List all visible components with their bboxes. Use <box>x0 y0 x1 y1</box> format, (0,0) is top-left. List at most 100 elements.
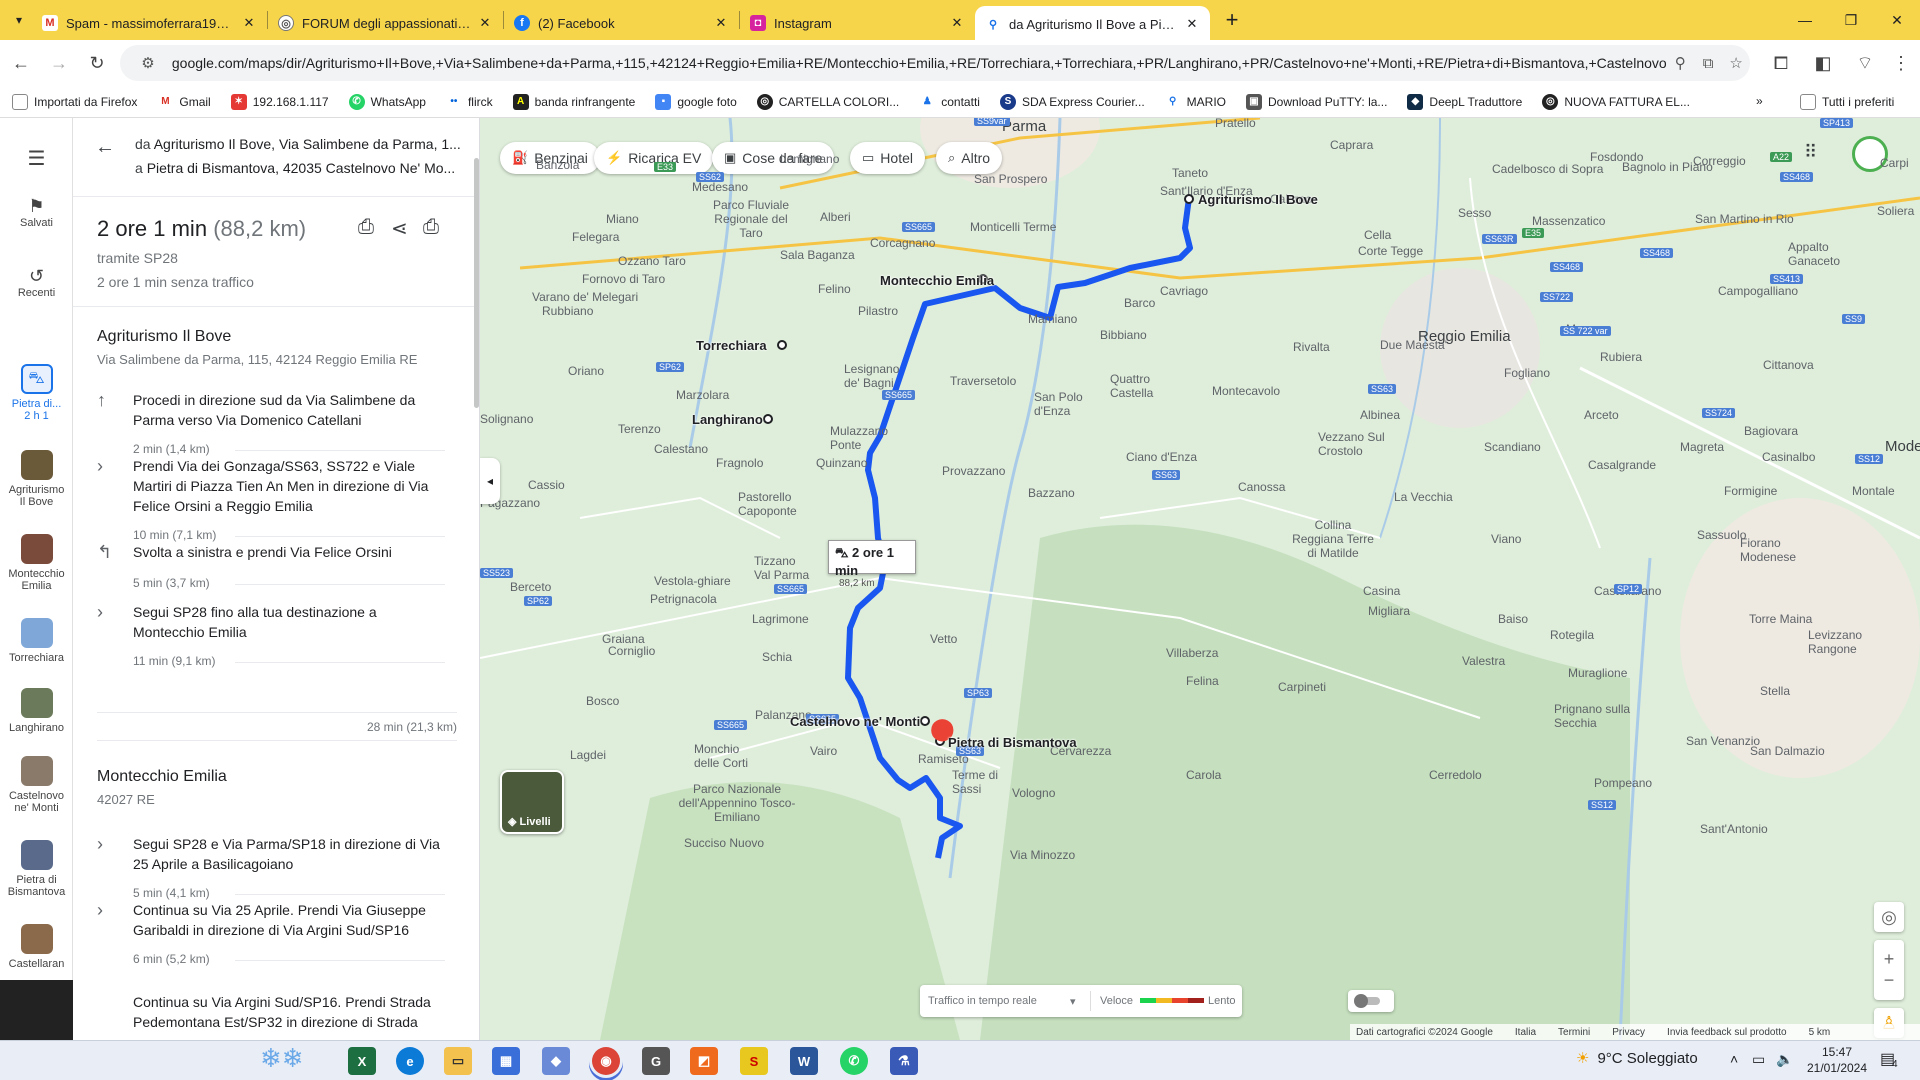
destination-row[interactable]: a Pietra di Bismantova, 42035 Castelnovo… <box>135 160 455 176</box>
menu-button[interactable]: ⋮ <box>1884 46 1918 80</box>
waypoint-label[interactable]: Castelnovo ne' Monti <box>790 714 920 729</box>
all-bookmarks-button[interactable]: Tutti i preferiti <box>1800 94 1894 110</box>
collapse-panel-button[interactable]: ◂ <box>480 458 500 504</box>
weather-widget[interactable]: ☀ 9°C Soleggiato <box>1576 1049 1698 1068</box>
open-in-app-icon[interactable]: ⧉ <box>1694 55 1722 72</box>
waypoint-label[interactable]: Langhirano <box>692 412 763 427</box>
word-icon[interactable]: W <box>790 1047 818 1075</box>
traffic-toggle[interactable] <box>1348 990 1394 1012</box>
bookmark-item[interactable]: ▪ google foto <box>655 93 737 110</box>
waypoint-marker[interactable] <box>920 716 930 726</box>
app-icon[interactable]: ◩ <box>690 1047 718 1075</box>
recent-button[interactable]: ↺ Recenti <box>0 266 73 299</box>
apps-grid-icon[interactable]: ⠿ <box>1804 142 1817 163</box>
back-button[interactable]: ← <box>4 46 38 80</box>
location-icon[interactable]: ⚲ <box>1666 54 1694 72</box>
close-icon[interactable]: ✕ <box>713 15 729 31</box>
rail-item-castelnovo[interactable]: Castelnovo ne' Monti <box>0 756 73 814</box>
rail-item-pietra[interactable]: Pietra di Bismantova <box>0 840 73 898</box>
waypoint-label[interactable]: Torrechiara <box>696 338 767 353</box>
store-icon[interactable]: ▦ <box>492 1047 520 1075</box>
rail-item-torrechiara[interactable]: Torrechiara <box>0 618 73 664</box>
panel-scrollbar[interactable] <box>474 158 479 408</box>
forward-button[interactable]: → <box>42 46 76 80</box>
footer-link[interactable]: Italia <box>1515 1027 1536 1038</box>
bookmark-item[interactable]: Abanda rinfrangente <box>512 93 635 110</box>
bookmark-item[interactable]: ◎ NUOVA FATTURA EL... <box>1542 93 1690 110</box>
send-to-phone-icon[interactable]: ⎙ <box>358 216 374 239</box>
edge-icon[interactable]: e <box>396 1047 424 1075</box>
close-icon[interactable]: ✕ <box>477 15 493 31</box>
close-icon[interactable]: ✕ <box>1184 16 1200 32</box>
bookmark-item[interactable]: ♟ contatti <box>919 93 980 110</box>
waypoint-label[interactable]: Pietra di Bismantova <box>948 735 1077 750</box>
restore-button[interactable]: ❐ <box>1828 0 1874 40</box>
bookmark-item[interactable]: Importati da Firefox <box>12 93 137 110</box>
whatsapp-icon[interactable]: ✆ <box>840 1047 868 1075</box>
waypoint-marker[interactable] <box>777 340 787 350</box>
tab-instagram[interactable]: ◘ Instagram ✕ <box>740 7 975 39</box>
zoom-in-icon[interactable]: + <box>1884 949 1895 970</box>
waypoint-label[interactable]: Agriturismo Il Bove <box>1198 192 1318 207</box>
star-icon[interactable]: ☆ <box>1722 54 1750 72</box>
waypoint-marker[interactable] <box>1184 194 1194 204</box>
rail-item-montecchio[interactable]: Montecchio Emilia <box>0 534 73 592</box>
rail-item-agriturismo[interactable]: Agriturismo Il Bove <box>0 450 73 508</box>
folder-icon[interactable]: ▭ <box>444 1047 472 1075</box>
bookmark-item[interactable]: ⚲ MARIO <box>1164 93 1226 110</box>
rail-item-langhirano[interactable]: Langhirano <box>0 688 73 734</box>
map-canvas[interactable]: ⛽ Benzinai ⚡ Ricarica EV ▣ Cose da fare ▭ Ho… <box>480 118 1920 1040</box>
share-icon[interactable]: ⋖ <box>391 216 408 241</box>
zoom-out-icon[interactable]: − <box>1884 970 1895 991</box>
site-info-icon[interactable]: ⚙ <box>134 54 162 72</box>
bookmark-item[interactable]: •• flirck <box>445 93 493 110</box>
address-bar[interactable]: ⚙ google.com/maps/dir/Agriturismo+Il+Bov… <box>120 45 1750 81</box>
rail-item-castellarano[interactable]: Castellaran <box>0 924 73 970</box>
layers-button[interactable]: ◈ Livelli <box>500 770 564 834</box>
volume-icon[interactable]: 🔈 <box>1776 1051 1793 1068</box>
waypoint-marker[interactable] <box>763 414 773 424</box>
bookmark-item[interactable]: ▣ Download PuTTY: la... <box>1246 93 1387 110</box>
bookmark-item[interactable]: M Gmail <box>157 93 211 110</box>
waypoint-label[interactable]: Montecchio Emilia <box>880 273 994 288</box>
my-location-button[interactable]: ◎ <box>1874 902 1904 932</box>
menu-button[interactable]: ☰ <box>0 146 73 171</box>
tray-chevron-icon[interactable]: ˄ <box>1730 1051 1738 1067</box>
footer-link[interactable]: Privacy <box>1612 1027 1645 1038</box>
origin-row[interactable]: da Agriturismo Il Bove, Via Salimbene da… <box>135 136 461 152</box>
close-window-button[interactable]: ✕ <box>1874 0 1920 40</box>
notifications-button[interactable]: ▤ 4 <box>1880 1049 1898 1070</box>
chip-hotel[interactable]: ▭ Hotel <box>850 142 925 174</box>
footer-link[interactable]: Termini <box>1558 1027 1590 1038</box>
tab-facebook[interactable]: f (2) Facebook ✕ <box>504 7 739 39</box>
app-icon[interactable]: ◆ <box>542 1047 570 1075</box>
profile-button[interactable]: ⌔ <box>1848 46 1882 80</box>
more-bookmarks-button[interactable]: » <box>1756 94 1763 108</box>
tab-gmail[interactable]: M Spam - massimoferrara1972@ ✕ <box>32 7 267 39</box>
bookmark-item[interactable]: ✶ 192.168.1.117 <box>230 93 329 110</box>
extensions-button[interactable]: ⧠ <box>1764 46 1798 80</box>
traffic-dropdown[interactable]: Traffico in tempo reale <box>928 995 1037 1007</box>
print-icon[interactable]: ⎙ <box>423 216 439 239</box>
route-info-box[interactable]: ⛍ 2 ore 1 min 88,2 km <box>828 540 916 589</box>
excel-icon[interactable]: X <box>348 1047 376 1075</box>
url-text[interactable]: google.com/maps/dir/Agriturismo+Il+Bove,… <box>172 55 1666 71</box>
minimize-button[interactable]: — <box>1782 0 1828 40</box>
side-panel-button[interactable]: ◧ <box>1806 46 1840 80</box>
bookmark-item[interactable]: ◎ CARTELLA COLORI... <box>756 93 899 110</box>
bookmark-item[interactable]: ✆ WhatsApp <box>348 93 426 110</box>
tab-google-maps[interactable]: ⚲ da Agriturismo Il Bove a Pietra d ✕ <box>975 6 1210 42</box>
close-icon[interactable]: ✕ <box>949 15 965 31</box>
tab-forum[interactable]: ◎ FORUM degli appassionati MO ✕ <box>268 7 503 39</box>
chrome-icon[interactable]: ◉ <box>592 1047 620 1075</box>
chip-altro[interactable]: ⌕ Altro <box>936 142 1003 174</box>
app-icon[interactable]: S <box>740 1047 768 1075</box>
app-icon[interactable]: ⚗ <box>890 1047 918 1075</box>
rail-item-route[interactable]: ⛍ Pietra di... 2 h 1 <box>0 364 73 422</box>
close-icon[interactable]: ✕ <box>241 15 257 31</box>
reload-button[interactable]: ↻ <box>80 46 114 80</box>
bookmark-item[interactable]: ◆ DeepL Traduttore <box>1407 93 1522 110</box>
app-icon[interactable]: G <box>642 1047 670 1075</box>
tab-search-button[interactable]: ▾ <box>6 7 32 33</box>
clock[interactable]: 15:47 21/01/2024 <box>1802 1044 1872 1076</box>
